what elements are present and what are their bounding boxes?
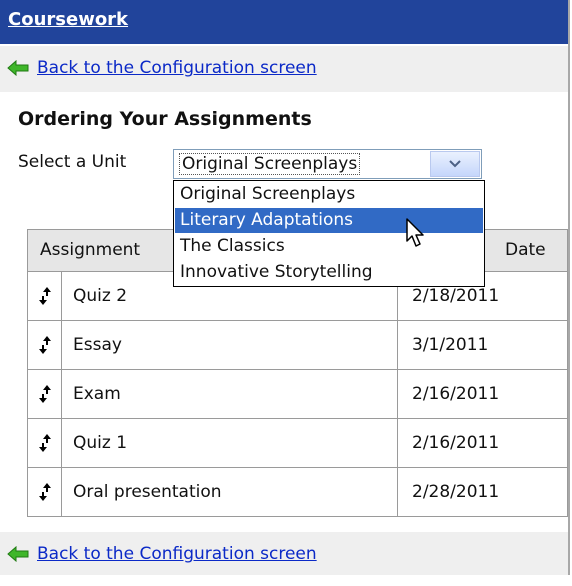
title-bar: Coursework: [0, 0, 568, 44]
date-cell: 2/16/2011: [397, 419, 567, 467]
assignment-column-header[interactable]: Assignment: [40, 240, 140, 260]
date-cell: 3/1/2011: [397, 321, 567, 369]
coursework-title-link[interactable]: Coursework: [8, 9, 128, 30]
coursework-panel: Coursework Back to the Configuration scr…: [0, 0, 570, 575]
cropped-page-edge: [0, 575, 572, 586]
back-to-configuration-link-bottom[interactable]: Back to the Configuration screen: [7, 544, 317, 564]
unit-option[interactable]: Original Screenplays: [175, 182, 483, 207]
table-row[interactable]: Quiz 1 2/16/2011: [28, 419, 567, 468]
green-left-arrow-icon: [7, 59, 29, 77]
assignment-name: Quiz 1: [73, 433, 128, 453]
table-row[interactable]: Oral presentation 2/28/2011: [28, 468, 567, 516]
date-cell: 2/16/2011: [397, 370, 567, 418]
assignment-name: Oral presentation: [73, 482, 222, 502]
drag-handle-icon[interactable]: [28, 321, 62, 369]
assignment-date: 2/18/2011: [412, 286, 500, 306]
drag-handle-icon[interactable]: [28, 272, 62, 320]
drag-handle-icon[interactable]: [28, 370, 62, 418]
back-link-label: Back to the Configuration screen: [37, 544, 317, 564]
assignment-date: 3/1/2011: [412, 335, 489, 355]
date-column-header[interactable]: Date: [505, 240, 546, 260]
assignment-date: 2/16/2011: [412, 384, 500, 404]
back-bar-bottom: Back to the Configuration screen: [0, 532, 568, 575]
assignment-name: Quiz 2: [73, 286, 128, 306]
green-left-arrow-icon: [7, 545, 29, 563]
chevron-down-icon: [449, 160, 461, 168]
unit-option[interactable]: The Classics: [175, 234, 483, 259]
unit-option[interactable]: Innovative Storytelling: [175, 260, 483, 285]
drag-handle-icon[interactable]: [28, 468, 62, 516]
assignment-date: 2/16/2011: [412, 433, 500, 453]
back-link-label: Back to the Configuration screen: [37, 58, 317, 78]
unit-select[interactable]: Original Screenplays: [173, 149, 482, 179]
assignment-name: Exam: [73, 384, 121, 404]
unit-option-highlighted[interactable]: Literary Adaptations: [175, 208, 483, 233]
unit-dropdown-list: Original Screenplays Literary Adaptation…: [173, 180, 485, 287]
unit-select-value: Original Screenplays: [178, 153, 361, 175]
table-row[interactable]: Exam 2/16/2011: [28, 370, 567, 419]
assignment-name: Essay: [73, 335, 122, 355]
back-to-configuration-link-top[interactable]: Back to the Configuration screen: [7, 58, 317, 78]
mouse-pointer-icon: [406, 218, 428, 252]
dropdown-button[interactable]: [430, 151, 480, 177]
date-cell: 2/28/2011: [397, 468, 567, 516]
back-bar-top: Back to the Configuration screen: [0, 46, 568, 92]
page-heading: Ordering Your Assignments: [18, 108, 312, 130]
select-unit-label: Select a Unit: [18, 152, 127, 172]
table-row[interactable]: Essay 3/1/2011: [28, 321, 567, 370]
drag-handle-icon[interactable]: [28, 419, 62, 467]
assignment-date: 2/28/2011: [412, 482, 500, 502]
